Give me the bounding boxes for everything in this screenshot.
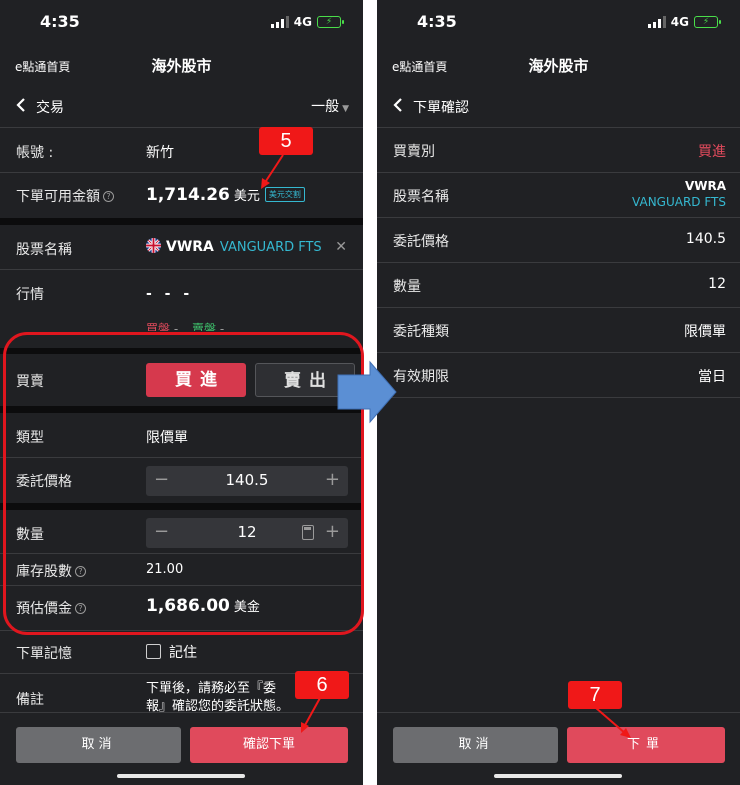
app-title: 海外股市 (528, 57, 589, 75)
back-chevron-icon[interactable] (391, 96, 405, 114)
cancel-button[interactable]: 取消 (393, 727, 558, 763)
status-indicators: 4G ⚡ (647, 15, 721, 29)
available-label-text: 下單可用金額 (16, 189, 100, 205)
bid-label: 買盤 (146, 322, 171, 331)
confirm-label: 有效期限 (393, 369, 449, 385)
status-bar: 4:35 4G ⚡ (377, 0, 740, 46)
available-amount-row: 下單可用金額? 1,714.26 美元 美元交割 (0, 173, 363, 218)
status-time: 4:35 (40, 12, 80, 31)
bottom-action-bar: 取消 下單 (377, 712, 740, 785)
home-indicator (117, 774, 245, 778)
home-indicator (494, 774, 622, 778)
note-label: 備註 (16, 692, 44, 708)
bottom-action-bar: 取消 確認下單 (0, 712, 363, 785)
step-5-badge: 5 (259, 127, 313, 155)
available-amount: 1,714.26 (146, 185, 230, 205)
page-header: 下單確認 (377, 84, 740, 128)
caret-down-icon: ▼ (342, 104, 349, 114)
confirm-value: 12 (708, 276, 726, 292)
quote-row: 行情 - - - (0, 270, 363, 315)
confirm-row-side: 買賣別 買進 (377, 128, 740, 173)
remember-checkbox[interactable]: 記住 (146, 642, 197, 662)
confirm-row-type: 委託種類 限價單 (377, 308, 740, 353)
account-value: 新竹 (146, 145, 174, 161)
mode-dropdown[interactable]: 一般 ▼ (311, 96, 349, 116)
stock-name: VANGUARD FTS (219, 240, 322, 255)
confirm-row-validity: 有效期限 當日 (377, 353, 740, 398)
available-value: 1,714.26 美元 美元交割 (146, 185, 305, 205)
confirm-order-button[interactable]: 確認下單 (190, 727, 348, 763)
confirm-row-price: 委託價格 140.5 (377, 218, 740, 263)
page-header: 交易 一般 ▼ (0, 84, 363, 128)
available-unit: 美元 (233, 189, 260, 204)
note-line-1: 下單後，請務必至『委 (146, 681, 277, 696)
top-nav: e點通首頁 海外股市 (0, 46, 363, 84)
confirm-row-stock: 股票名稱 VWRA VANGUARD FTS (377, 173, 740, 218)
note-text: 下單後，請務必至『委 報』確認您的委託狀態。 (146, 680, 289, 712)
confirm-label: 委託價格 (393, 234, 449, 250)
remember-label: 記住 (169, 645, 197, 661)
checkbox-icon[interactable] (146, 644, 161, 659)
top-nav: e點通首頁 海外股市 (377, 46, 740, 84)
memory-label: 下單記憶 (16, 646, 72, 662)
stock-value[interactable]: VWRA VANGUARD FTS (146, 238, 322, 255)
stock-label: 股票名稱 (16, 242, 72, 258)
signal-icon (647, 16, 666, 28)
confirm-value: 買進 (698, 144, 726, 160)
confirm-label: 數量 (393, 279, 421, 295)
highlight-outline (3, 332, 364, 635)
back-chevron-icon[interactable] (14, 96, 28, 114)
uk-flag-icon (146, 238, 161, 253)
step-7-badge: 7 (568, 681, 622, 709)
mode-label: 一般 (311, 99, 340, 115)
clear-icon[interactable]: ✕ (335, 239, 347, 255)
status-time: 4:35 (417, 12, 457, 31)
quote-value: - - - (146, 286, 194, 302)
step-6-badge: 6 (295, 671, 349, 699)
ask-label: 賣盤 (191, 322, 216, 331)
stock-row[interactable]: 股票名稱 VWRA VANGUARD FTS ✕ (0, 225, 363, 270)
order-confirm-screen: 4:35 4G ⚡ e點通首頁 海外股市 下單確認 買賣別 買進 股票名稱 VW… (377, 0, 740, 785)
app-title: 海外股市 (151, 57, 212, 75)
confirm-label: 股票名稱 (393, 189, 449, 205)
page-title: 交易 (36, 100, 64, 116)
help-icon[interactable]: ? (103, 191, 114, 202)
confirm-subvalue: VANGUARD FTS (632, 195, 726, 209)
confirm-value: 140.5 (685, 231, 726, 247)
stock-code: VWRA (166, 239, 214, 255)
confirm-value: 限價單 (684, 324, 726, 340)
account-label: 帳號 : (16, 145, 54, 161)
confirm-row-quantity: 數量 12 (377, 263, 740, 308)
settlement-tag: 美元交割 (264, 187, 305, 202)
page-title: 下單確認 (413, 100, 469, 116)
battery-icon: ⚡ (694, 16, 721, 28)
place-order-button[interactable]: 下單 (567, 727, 725, 763)
quote-bid-ask: 買盤 - 賣盤 - (146, 320, 256, 331)
confirm-value: VWRA (684, 179, 726, 193)
status-indicators: 4G ⚡ (270, 15, 344, 29)
confirm-value: 當日 (698, 369, 726, 385)
confirm-label: 買賣別 (393, 144, 435, 160)
confirm-label: 委託種類 (393, 324, 449, 340)
network-type: 4G (293, 15, 312, 29)
quote-label: 行情 (16, 287, 44, 303)
network-type: 4G (670, 15, 689, 29)
signal-icon (270, 16, 289, 28)
cancel-button[interactable]: 取消 (16, 727, 181, 763)
available-label: 下單可用金額? (16, 186, 114, 206)
note-line-2: 報』確認您的委託狀態。 (146, 699, 290, 712)
memory-row: 下單記憶 記住 (0, 631, 363, 674)
status-bar: 4:35 4G ⚡ (0, 0, 363, 46)
section-divider (0, 218, 363, 225)
battery-icon: ⚡ (317, 16, 344, 28)
